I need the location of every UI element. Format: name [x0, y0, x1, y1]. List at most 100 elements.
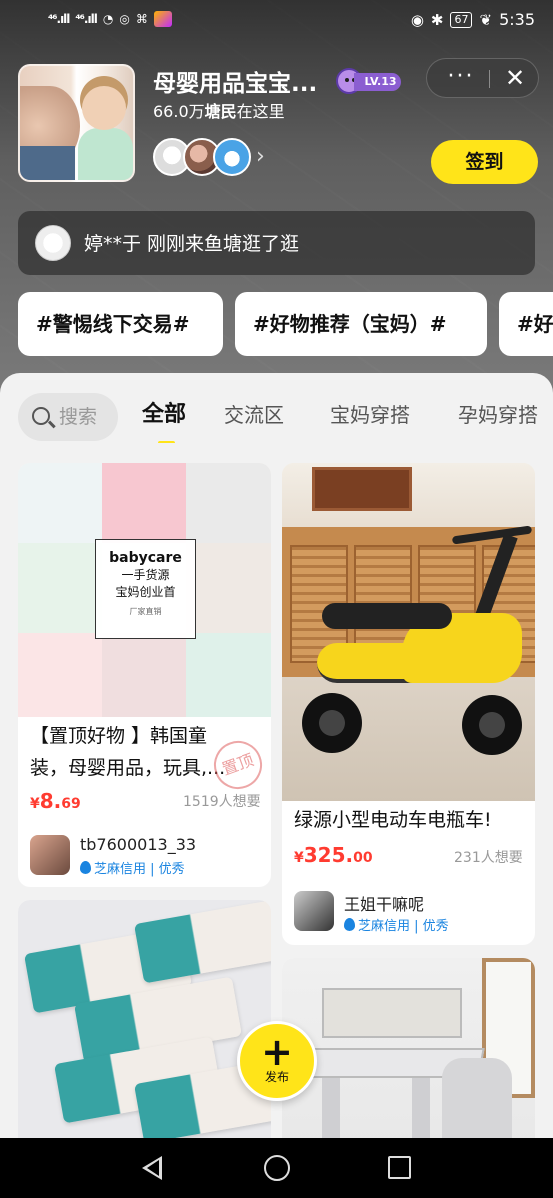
sign-in-button[interactable]: 签到: [431, 140, 538, 184]
product-card[interactable]: [282, 958, 535, 1138]
want-count: 1519人想要: [183, 794, 261, 810]
credit-label: 芝麻信用 | 优秀: [94, 862, 185, 877]
group-title[interactable]: 母婴用品宝宝...: [153, 64, 325, 98]
search-input[interactable]: 搜索: [18, 393, 118, 441]
plus-icon: +: [261, 1030, 293, 1074]
price-symbol: ¥: [30, 796, 40, 812]
credit-icon: [344, 918, 355, 931]
brand-name: babycare: [109, 550, 182, 566]
wechat-icon: ⌘: [135, 12, 148, 26]
product-title-line-2: 装，母婴用品，玩具,...: [30, 757, 226, 779]
credit-badge: 芝麻信用 | 优秀: [80, 858, 185, 877]
avatar-child-shape: [82, 86, 126, 130]
battery-icon: 67: [450, 11, 473, 28]
activity-notice: 婷**于 刚刚来鱼塘逛了逛: [18, 211, 535, 275]
product-image: [282, 958, 535, 1138]
brand-line-3: 厂家直销: [129, 607, 162, 616]
visitor-avatar: [35, 225, 71, 261]
price-integer: 8.: [39, 789, 62, 813]
product-image: babycare 一手货源 宝妈创业首 厂家直销: [18, 463, 271, 717]
pinned-stamp: 置顶: [207, 734, 269, 796]
level-label: LV.13: [354, 73, 401, 91]
product-price: ¥8.69: [30, 789, 81, 813]
close-icon[interactable]: ✕: [495, 59, 535, 99]
desk-chair: [442, 1058, 512, 1138]
member-count-word: 塘民: [204, 102, 237, 121]
menu-divider: [489, 70, 490, 88]
price-symbol: ¥: [294, 850, 304, 866]
collage-tile: [18, 543, 102, 633]
collage-tile: [186, 463, 271, 543]
tab-mom-outfits[interactable]: 宝妈穿搭: [330, 393, 410, 441]
topic-strip: #警惕线下交易# #好物推荐（宝妈）# #好: [0, 292, 553, 358]
level-badge[interactable]: LV.13: [336, 68, 401, 94]
bluetooth-icon: ✱: [430, 10, 444, 29]
search-placeholder: 搜索: [59, 406, 98, 428]
member-avatar: [213, 138, 251, 176]
collage-tile: [186, 543, 271, 633]
group-avatar[interactable]: [18, 64, 135, 182]
want-count: 231人想要: [454, 850, 523, 866]
topic-chip[interactable]: #好物推荐（宝妈）#: [235, 292, 487, 356]
image-frame: [312, 467, 412, 511]
product-title: 绿源小型电动车电瓶车!: [294, 809, 492, 831]
seller-name[interactable]: tb7600013_33: [80, 835, 196, 854]
seller-avatar[interactable]: [294, 891, 334, 931]
recent-apps-icon[interactable]: [388, 1156, 411, 1179]
scooter-seat: [322, 603, 452, 629]
product-image: [18, 900, 271, 1138]
topic-chip[interactable]: #警惕线下交易#: [18, 292, 223, 356]
credit-badge: 芝麻信用 | 优秀: [344, 915, 449, 934]
member-avatars[interactable]: ›: [153, 138, 283, 176]
publish-label: 发布: [264, 1070, 289, 1084]
product-image: [282, 463, 535, 801]
chevron-right-icon: ›: [256, 144, 265, 169]
search-icon: [32, 407, 50, 425]
member-count-number: 66.0万: [153, 102, 205, 121]
tab-pregnancy-outfits[interactable]: 孕妈穿搭: [458, 393, 538, 441]
brand-line-1: 一手货源: [121, 568, 170, 582]
brand-line-2: 宝妈创业首: [115, 585, 176, 599]
system-nav-bar: [0, 1138, 553, 1198]
eye-icon: ◉: [410, 10, 424, 29]
credit-icon: [80, 861, 91, 874]
category-tabs: 全部 交流区 宝妈穿搭 孕妈穿搭: [140, 393, 553, 443]
collage-tile: [102, 463, 186, 543]
collage-tile: [18, 633, 102, 717]
publish-button[interactable]: + 发布: [237, 1021, 317, 1101]
signal-icon-2: ⁴⁶.ıll: [75, 12, 97, 26]
avatar-jeans-shape: [20, 146, 75, 180]
product-card[interactable]: babycare 一手货源 宝妈创业首 厂家直销 【置顶好物 】韩国童 装，母婴…: [18, 463, 271, 887]
avatar-shirt-shape: [78, 128, 133, 180]
tab-exchange[interactable]: 交流区: [224, 393, 284, 441]
seller-avatar[interactable]: [30, 835, 70, 875]
app-icon: [153, 11, 172, 27]
tab-all[interactable]: 全部: [142, 393, 186, 441]
notice-text: 婷**于 刚刚来鱼塘逛了逛: [84, 233, 300, 255]
product-card[interactable]: [18, 900, 271, 1138]
notification-icon: ◎: [119, 12, 130, 26]
price-decimal: 69: [61, 796, 81, 812]
mini-program-menu: ··· ✕: [426, 58, 539, 98]
brand-label: babycare 一手货源 宝妈创业首 厂家直销: [95, 539, 196, 639]
scooter-wheel: [302, 693, 362, 753]
credit-label: 芝麻信用 | 优秀: [358, 919, 449, 934]
more-icon[interactable]: ···: [441, 59, 481, 99]
price-integer: 325.: [303, 843, 354, 867]
topic-chip[interactable]: #好: [499, 292, 553, 356]
status-bar: ⁴⁶.ıll ⁴⁶.ıll ◔ ◎ ⌘ ◉ ✱ 67 ❦ 5:35: [0, 0, 553, 42]
home-icon[interactable]: [264, 1155, 290, 1181]
product-title-line-1: 【置顶好物 】韩国童: [30, 725, 208, 747]
price-decimal: 00: [353, 850, 373, 866]
collage-tile: [18, 463, 102, 543]
product-price: ¥325.00: [294, 843, 373, 867]
product-card[interactable]: 绿源小型电动车电瓶车! ¥325.00 231人想要 王姐干嘛呢 芝麻信用 | …: [282, 463, 535, 945]
member-count: 66.0万塘民在这里: [153, 98, 285, 122]
desk-leg: [322, 1078, 340, 1138]
back-icon[interactable]: [142, 1156, 162, 1180]
collage-tile: [186, 633, 271, 717]
seller-name[interactable]: 王姐干嘛呢: [344, 891, 424, 915]
wifi-icon: ◔: [102, 12, 114, 26]
collage-tile: [102, 633, 186, 717]
desk-leg: [412, 1078, 430, 1138]
